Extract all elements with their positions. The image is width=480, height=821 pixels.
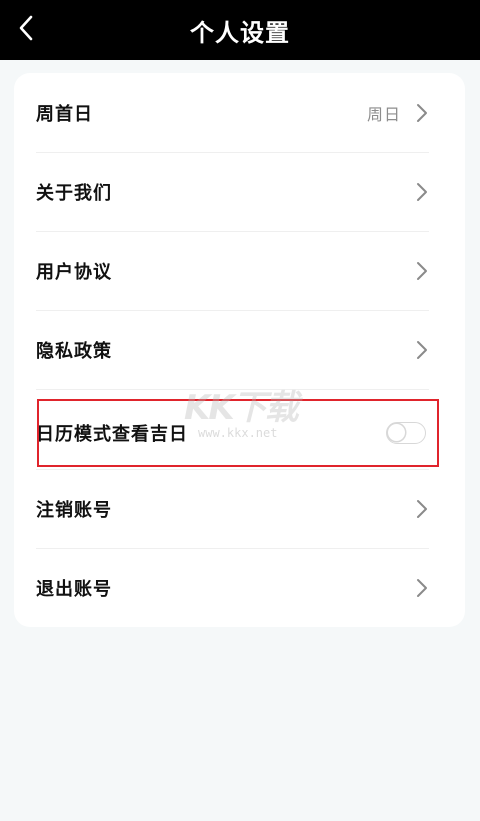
cancel-account-row[interactable]: 注销账号 [36,469,429,548]
page-title: 个人设置 [190,18,290,47]
logout-row[interactable]: 退出账号 [36,548,429,627]
week-start-label: 周首日 [36,103,93,125]
chevron-right-icon [417,182,427,201]
chevron-right-icon [417,578,427,597]
week-start-row[interactable]: 周首日 周日 [36,73,429,152]
about-us-label: 关于我们 [36,182,112,204]
user-agreement-label: 用户协议 [36,261,112,283]
about-us-row[interactable]: 关于我们 [36,152,429,231]
logout-label: 退出账号 [36,578,112,600]
top-bar: 个人设置 [0,0,480,60]
toggle-knob [388,423,405,441]
calendar-mode-toggle[interactable] [386,421,426,444]
calendar-mode-row: 日历模式查看吉日 [36,393,429,472]
chevron-right-icon [417,499,427,518]
chevron-right-icon [417,103,427,122]
divider [36,389,429,390]
privacy-policy-row[interactable]: 隐私政策 [36,310,429,389]
chevron-right-icon [417,340,427,359]
user-agreement-row[interactable]: 用户协议 [36,231,429,310]
privacy-policy-label: 隐私政策 [36,340,112,362]
week-start-value: 周日 [366,104,401,124]
cancel-account-label: 注销账号 [36,499,112,521]
calendar-mode-label: 日历模式查看吉日 [36,423,188,445]
chevron-right-icon [417,261,427,280]
